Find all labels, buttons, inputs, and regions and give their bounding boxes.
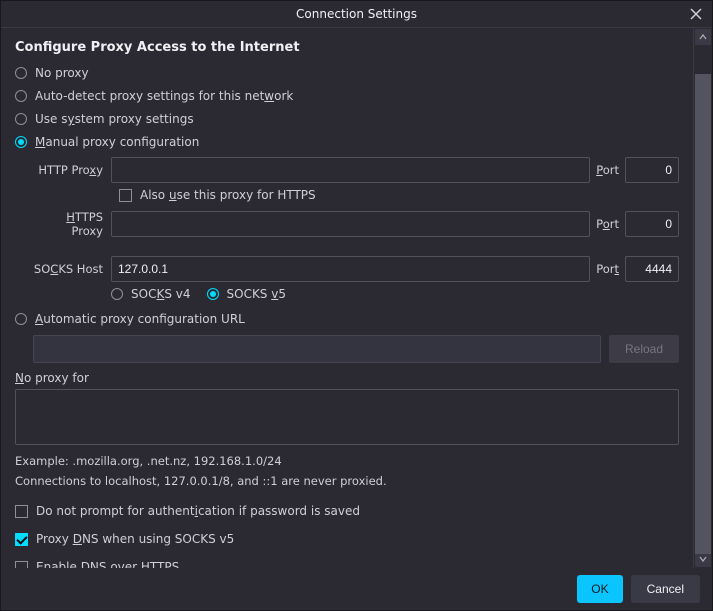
radio-auto-detect-label[interactable]: Auto-detect proxy settings for this netw… <box>35 89 293 103</box>
radio-system-proxy[interactable] <box>15 113 27 125</box>
http-port-label: Port <box>590 163 625 177</box>
https-proxy-label: HTTPS Proxy <box>33 210 111 238</box>
no-proxy-for-input[interactable] <box>15 389 679 445</box>
close-icon[interactable] <box>686 4 706 24</box>
socks-port-label: Port <box>590 262 625 276</box>
radio-pac-url[interactable] <box>15 313 27 325</box>
dialog-title: Connection Settings <box>296 7 417 21</box>
https-port-label: Port <box>590 217 625 231</box>
ok-button[interactable]: OK <box>577 575 622 603</box>
radio-socks4[interactable] <box>111 288 123 300</box>
checkbox-proxy-dns-socks5-label[interactable]: Proxy DNS when using SOCKS v5 <box>36 532 234 546</box>
radio-socks5[interactable] <box>207 288 219 300</box>
radio-no-proxy-label[interactable]: No proxy <box>35 66 89 80</box>
checkbox-dont-prompt-auth-label[interactable]: Do not prompt for authentication if pass… <box>36 504 360 518</box>
https-proxy-input[interactable] <box>111 211 590 237</box>
http-port-input[interactable] <box>625 157 679 183</box>
vertical-scrollbar[interactable] <box>693 28 712 568</box>
dialog-footer: OK Cancel <box>1 568 712 610</box>
radio-system-proxy-label[interactable]: Use system proxy settings <box>35 112 194 126</box>
radio-no-proxy[interactable] <box>15 67 27 79</box>
http-proxy-input[interactable] <box>111 157 590 183</box>
checkbox-enable-doh-label[interactable]: Enable DNS over HTTPS <box>36 560 179 568</box>
checkbox-also-https[interactable] <box>119 189 132 202</box>
cancel-button[interactable]: Cancel <box>631 575 700 603</box>
http-proxy-label: HTTP Proxy <box>33 163 111 177</box>
socks-host-label: SOCKS Host <box>33 262 111 276</box>
no-proxy-for-label: No proxy for <box>15 371 679 385</box>
dialog-content: Configure Proxy Access to the Internet N… <box>1 28 693 568</box>
checkbox-dont-prompt-auth[interactable] <box>15 505 28 518</box>
scroll-up-button[interactable] <box>695 29 711 45</box>
socks-host-input[interactable] <box>111 256 590 282</box>
checkbox-also-https-label[interactable]: Also use this proxy for HTTPS <box>140 188 316 202</box>
example-hint: Example: .mozilla.org, .net.nz, 192.168.… <box>15 454 679 468</box>
scroll-thumb[interactable] <box>695 74 711 554</box>
connection-settings-dialog: Connection Settings Configure Proxy Acce… <box>0 0 713 611</box>
checkbox-enable-doh[interactable] <box>15 561 28 569</box>
section-heading: Configure Proxy Access to the Internet <box>15 40 679 55</box>
pac-url-input[interactable] <box>33 335 601 363</box>
https-port-input[interactable] <box>625 211 679 237</box>
titlebar: Connection Settings <box>1 1 712 28</box>
radio-auto-detect[interactable] <box>15 90 27 102</box>
radio-socks5-label[interactable]: SOCKS v5 <box>227 287 287 301</box>
radio-manual-proxy-label[interactable]: Manual proxy configuration <box>35 135 199 149</box>
scroll-track[interactable] <box>695 46 711 550</box>
always-proxied-hint: Connections to localhost, 127.0.0.1/8, a… <box>15 474 679 488</box>
socks-port-input[interactable] <box>625 256 679 282</box>
radio-pac-url-label[interactable]: Automatic proxy configuration URL <box>35 312 245 326</box>
checkbox-proxy-dns-socks5[interactable] <box>15 533 28 546</box>
reload-button: Reload <box>609 335 679 363</box>
radio-socks4-label[interactable]: SOCKS v4 <box>131 287 191 301</box>
radio-manual-proxy[interactable] <box>15 136 27 148</box>
